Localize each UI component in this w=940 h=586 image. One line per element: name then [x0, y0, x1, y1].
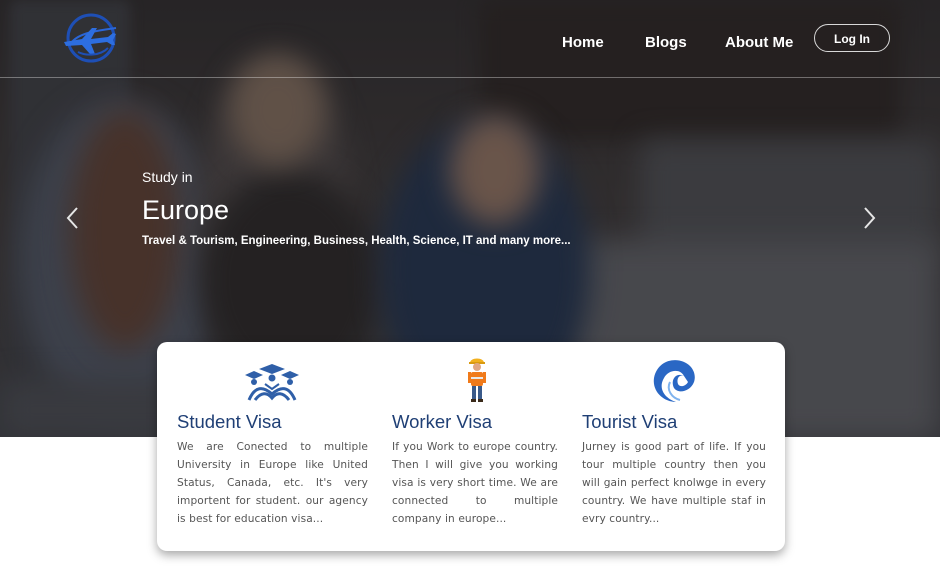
graduation-cap-icon — [245, 364, 299, 401]
login-button[interactable]: Log In — [814, 24, 890, 52]
chevron-left-icon[interactable] — [62, 205, 82, 231]
nav-about-link[interactable]: About Me — [725, 28, 793, 56]
service-title-tourist: Tourist Visa — [582, 411, 678, 432]
header-divider — [0, 77, 940, 78]
hero-description: Travel & Tourism, Engineering, Business,… — [142, 235, 571, 247]
nav-home-link[interactable]: Home — [562, 28, 604, 56]
service-title-worker: Worker Visa — [392, 411, 493, 432]
service-title-student: Student Visa — [177, 411, 282, 432]
hero-title: Europe — [142, 195, 230, 225]
service-text-student: We are Conected to multiple University i… — [177, 441, 368, 525]
wave-icon — [653, 360, 695, 402]
service-text-tourist: Jurney is good part of life. If you tour… — [582, 441, 766, 525]
service-text-worker: If you Work to europe country. Then I wi… — [392, 441, 558, 525]
airplane-globe-icon[interactable] — [60, 12, 122, 64]
chevron-right-icon[interactable] — [860, 205, 880, 231]
hero-subtitle: Study in — [142, 169, 193, 185]
nav-blogs-link[interactable]: Blogs — [645, 28, 687, 56]
services-card: Student Visa We are Conected to multiple… — [157, 342, 785, 551]
construction-worker-icon — [468, 358, 486, 402]
